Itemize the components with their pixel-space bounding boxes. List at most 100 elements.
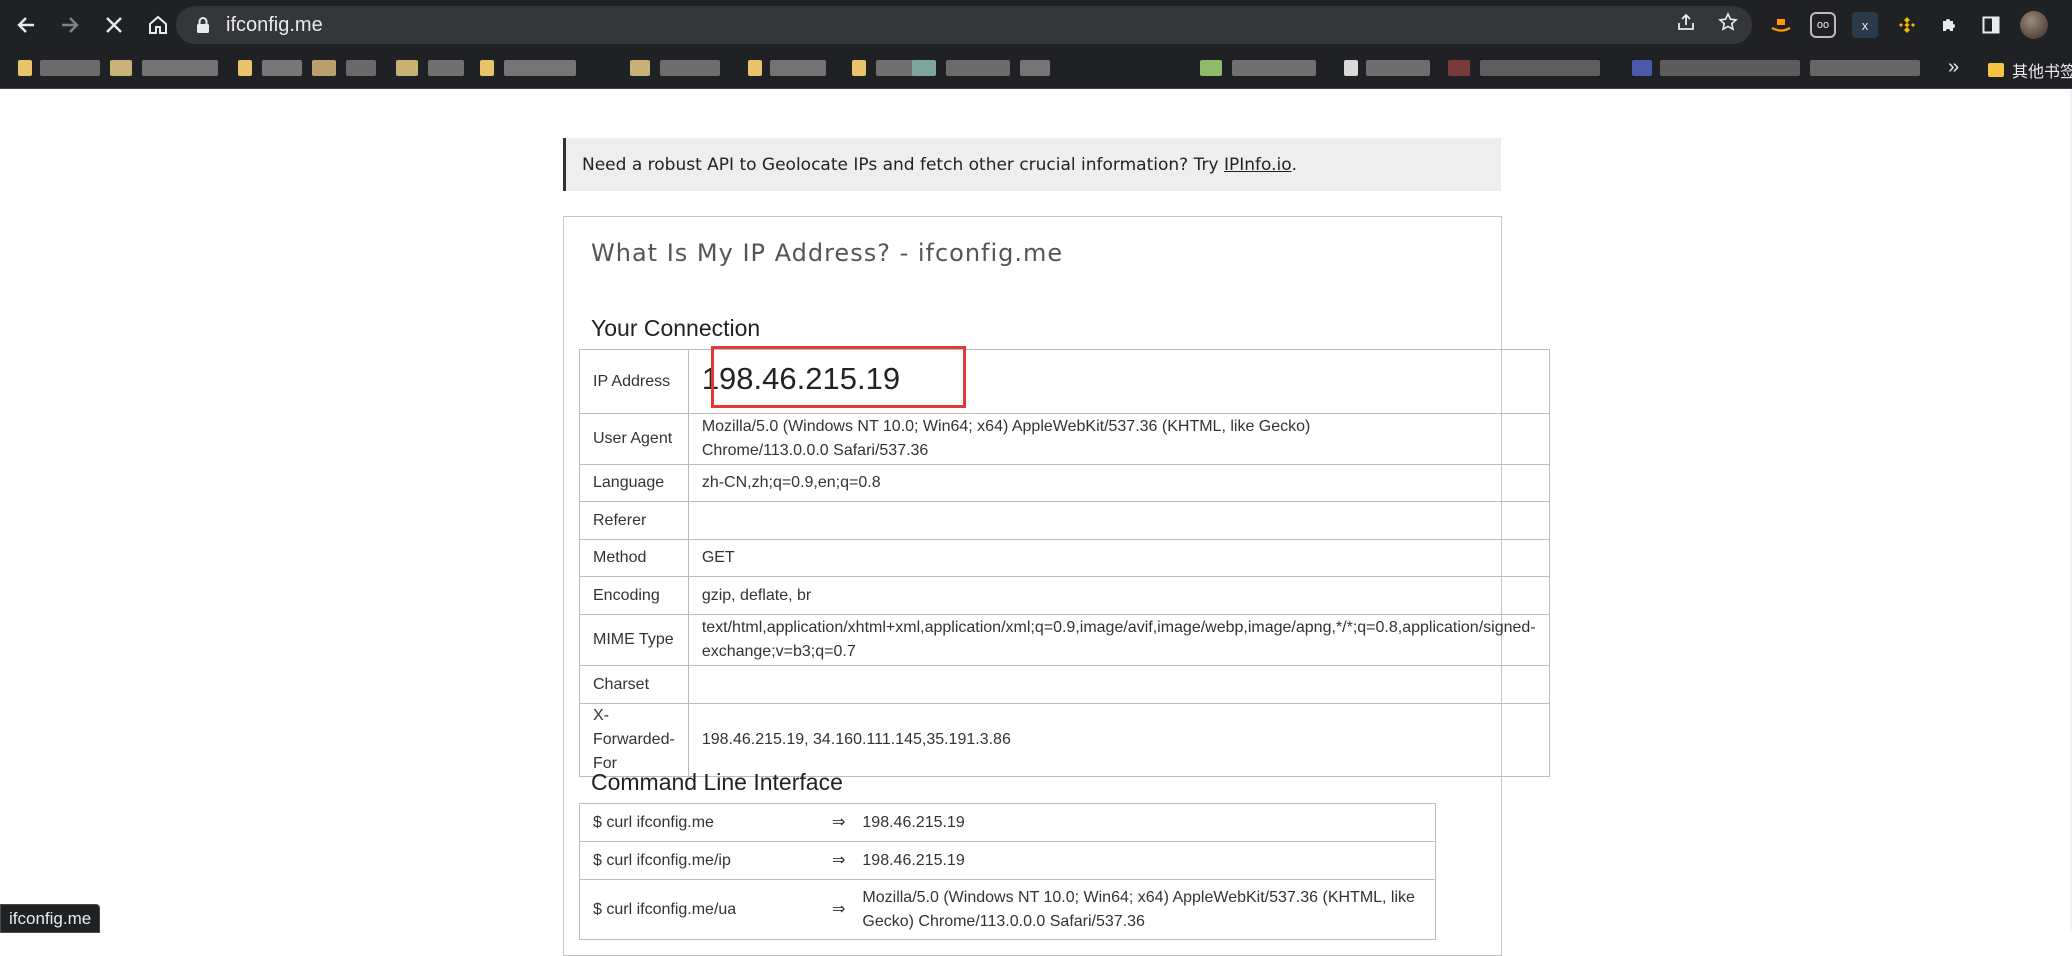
bookmark-item[interactable] <box>660 60 720 76</box>
ip-highlight-box <box>711 346 966 408</box>
table-row: X-Forwarded-For 198.46.215.19, 34.160.11… <box>579 703 1550 777</box>
bookmark-item[interactable] <box>312 60 336 76</box>
row-value: GET <box>687 539 1550 577</box>
bookmark-item[interactable] <box>852 60 866 76</box>
table-row: Charset <box>579 665 1550 704</box>
address-bar[interactable]: ifconfig.me <box>176 6 1752 44</box>
connection-heading: Your Connection <box>591 315 761 341</box>
bookmark-item[interactable] <box>262 60 302 76</box>
row-value: gzip, deflate, br <box>687 576 1550 615</box>
bookmark-item[interactable] <box>1448 60 1470 76</box>
browser-toolbar: ifconfig.me oo x ⋮ <box>0 0 2072 50</box>
bookmark-item[interactable] <box>396 60 418 76</box>
row-value: zh-CN,zh;q=0.9,en;q=0.8 <box>687 464 1550 502</box>
cli-heading: Command Line Interface <box>591 769 843 795</box>
ad-banner: Need a robust API to Geolocate IPs and f… <box>563 138 1501 191</box>
folder-icon <box>1988 63 2004 77</box>
bookmark-item[interactable] <box>18 60 32 76</box>
extensions-puzzle-icon[interactable] <box>1936 12 1962 38</box>
bookmark-item[interactable] <box>480 60 494 76</box>
cli-output: 198.46.215.19 <box>849 841 1437 880</box>
home-button[interactable] <box>138 5 178 45</box>
bookmark-item[interactable] <box>1366 60 1430 76</box>
ipinfo-link[interactable]: IPInfo.io <box>1224 155 1292 175</box>
arrow-icon: ⇒ <box>832 841 850 880</box>
status-bar-url: ifconfig.me <box>0 904 101 933</box>
bookmark-item[interactable] <box>1480 60 1600 76</box>
bookmark-item[interactable] <box>770 60 826 76</box>
cli-command: $ curl ifconfig.me/ip <box>579 841 832 880</box>
row-value: 198.46.215.19, 34.160.111.145,35.191.3.8… <box>687 703 1550 777</box>
row-label: X-Forwarded-For <box>579 703 689 777</box>
row-label: Language <box>579 464 689 502</box>
bookmark-item[interactable] <box>946 60 1010 76</box>
bookmark-item[interactable] <box>428 60 464 76</box>
share-icon[interactable] <box>1676 12 1696 38</box>
cli-table: $ curl ifconfig.me ⇒ 198.46.215.19 $ cur… <box>579 803 1437 940</box>
lock-icon[interactable] <box>192 16 214 34</box>
bookmark-item[interactable] <box>1810 60 1920 76</box>
page-title: What Is My IP Address? - ifconfig.me <box>591 239 1064 267</box>
home-icon <box>149 15 167 34</box>
table-row: Encoding gzip, deflate, br <box>579 576 1550 615</box>
other-bookmarks-label: 其他书签 <box>2012 64 2072 81</box>
row-label: User Agent <box>579 413 689 465</box>
row-value-cont: Chrome/113.0.0.0 Safari/537.36 <box>701 442 929 459</box>
bookmark-item[interactable] <box>1632 60 1652 76</box>
table-row: $ curl ifconfig.me/ip ⇒ 198.46.215.19 <box>579 841 1437 880</box>
forward-arrow-icon <box>62 17 79 33</box>
connection-table: IP Address 198.46.215.19 User Agent Mozi… <box>579 349 1550 777</box>
stop-loading-button[interactable] <box>94 5 134 45</box>
side-panel-icon[interactable] <box>1978 12 2004 38</box>
bookmark-item[interactable] <box>238 60 252 76</box>
bookmark-item[interactable] <box>110 60 132 76</box>
row-value <box>687 665 1550 704</box>
arrow-icon: ⇒ <box>832 803 850 842</box>
bookmark-item[interactable] <box>142 60 218 76</box>
table-row: $ curl ifconfig.me ⇒ 198.46.215.19 <box>579 803 1437 842</box>
bookmark-item[interactable] <box>1660 60 1800 76</box>
row-label: Charset <box>579 665 689 704</box>
back-arrow-icon <box>17 17 34 33</box>
row-value: text/html,application/xhtml+xml,applicat… <box>701 619 1536 636</box>
close-icon <box>106 17 122 33</box>
bookmark-item[interactable] <box>346 60 376 76</box>
cli-output: 198.46.215.19 <box>849 803 1437 842</box>
bookmark-item[interactable] <box>1020 60 1050 76</box>
bookmark-item[interactable] <box>504 60 576 76</box>
bookmark-item[interactable] <box>1232 60 1316 76</box>
row-value: Mozilla/5.0 (Windows NT 10.0; Win64; x64… <box>701 418 1311 435</box>
bookmark-star-icon[interactable] <box>1718 12 1738 38</box>
bookmark-item[interactable] <box>1200 60 1222 76</box>
banner-suffix: . <box>1291 154 1298 175</box>
row-value-cont: exchange;v=b3;q=0.7 <box>701 643 856 660</box>
reader-extension-icon[interactable]: oo <box>1810 12 1836 38</box>
bookmark-item[interactable] <box>748 60 762 76</box>
banner-text: Need a robust API to Geolocate IPs and f… <box>582 154 1219 175</box>
table-row: User Agent Mozilla/5.0 (Windows NT 10.0;… <box>579 413 1550 465</box>
table-row: Language zh-CN,zh;q=0.9,en;q=0.8 <box>579 464 1550 502</box>
cli-command: $ curl ifconfig.me <box>579 803 832 842</box>
table-row: MIME Type text/html,application/xhtml+xm… <box>579 614 1550 666</box>
row-label: Referer <box>579 501 689 540</box>
browser-menu-icon[interactable]: ⋮ <box>2064 14 2072 36</box>
cli-output: Mozilla/5.0 (Windows NT 10.0; Win64; x64… <box>862 888 1415 906</box>
forward-button[interactable] <box>50 5 90 45</box>
url-text[interactable]: ifconfig.me <box>226 14 323 37</box>
amazon-extension-icon[interactable] <box>1768 12 1794 38</box>
bookmark-item[interactable] <box>1344 60 1358 76</box>
row-value <box>687 501 1550 540</box>
bookmark-item[interactable] <box>912 60 936 76</box>
other-bookmarks-folder[interactable]: 其他书签 <box>1988 58 2072 82</box>
bookmark-item[interactable] <box>40 60 100 76</box>
binance-extension-icon[interactable] <box>1894 12 1920 38</box>
cli-output-cont: Gecko) Chrome/113.0.0.0 Safari/537.36 <box>862 912 1145 930</box>
row-label: Encoding <box>579 576 689 615</box>
back-button[interactable] <box>6 5 46 45</box>
x-extension-icon[interactable]: x <box>1852 12 1878 38</box>
main-card: What Is My IP Address? - ifconfig.me You… <box>563 216 1550 956</box>
bookmarks-overflow-button[interactable]: » <box>1948 56 1959 79</box>
bookmark-item[interactable] <box>630 60 650 76</box>
profile-avatar[interactable] <box>2020 11 2048 39</box>
bookmarks-bar: » 其他书签 <box>0 50 2072 89</box>
